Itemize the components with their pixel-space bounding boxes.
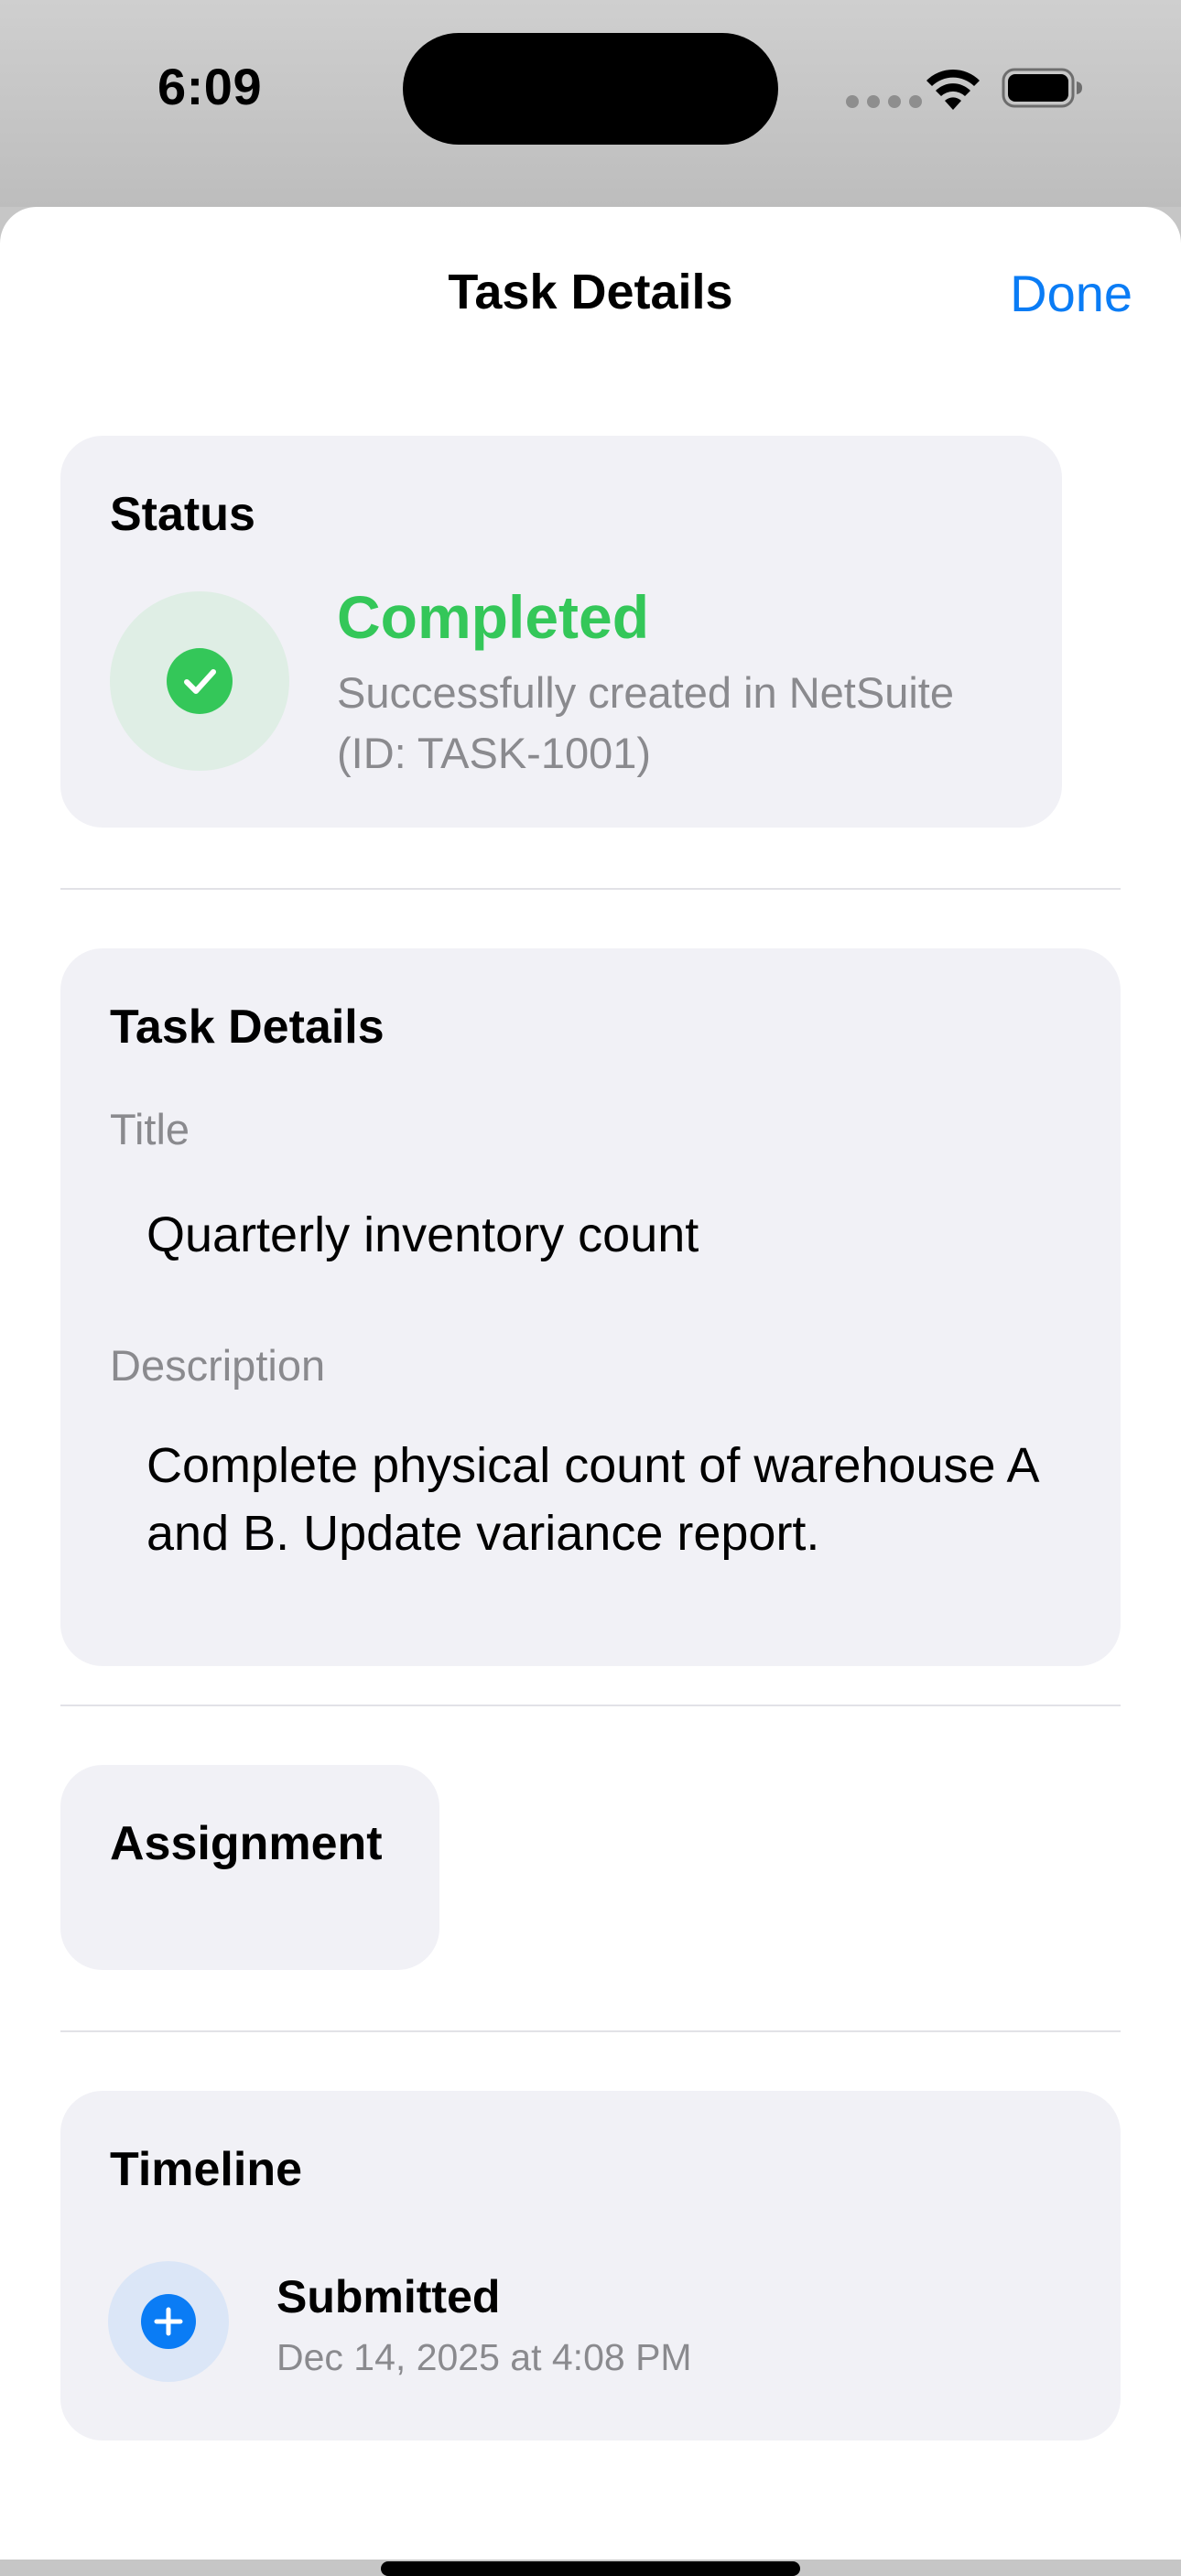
description-label: Description <box>110 1341 326 1390</box>
task-details-card: Task Details Title Quarterly inventory c… <box>60 948 1121 1666</box>
status-heading: Status <box>110 488 255 541</box>
timeline-event-time: Dec 14, 2025 at 4:08 PM <box>276 2336 692 2378</box>
status-card: Status Completed Successfully created in… <box>60 436 1062 828</box>
assignment-heading: Assignment <box>110 1817 383 1870</box>
section-divider <box>60 1705 1121 1706</box>
status-icon-container <box>110 591 289 771</box>
status-bar-time: 6:09 <box>157 58 263 115</box>
battery-icon <box>1002 68 1082 108</box>
home-indicator[interactable] <box>381 2561 800 2576</box>
cellular-signal-icon <box>846 95 922 108</box>
timeline-card: Timeline Submitted Dec 14, 2025 at 4:08 … <box>60 2091 1121 2441</box>
title-label: Title <box>110 1105 190 1153</box>
timeline-event-label: Submitted <box>276 2271 501 2322</box>
done-button[interactable]: Done <box>1010 264 1132 323</box>
wifi-icon <box>926 69 980 110</box>
task-details-heading: Task Details <box>110 1001 385 1054</box>
timeline-heading: Timeline <box>110 2143 303 2196</box>
title-value: Quarterly inventory count <box>146 1207 699 1262</box>
dynamic-island <box>403 33 778 145</box>
timeline-event-icon-container <box>108 2261 229 2382</box>
description-value: Complete physical count of warehouse A a… <box>146 1438 1037 1561</box>
section-divider <box>60 2030 1121 2032</box>
nav-title: Task Details <box>448 265 733 319</box>
section-divider <box>60 888 1121 890</box>
assignment-card: Assignment <box>60 1765 439 1970</box>
status-message: Successfully created in NetSuite (ID: TA… <box>337 668 954 777</box>
plus-circle-icon <box>141 2294 196 2349</box>
checkmark-circle-icon <box>167 648 233 714</box>
status-value: Completed <box>337 583 650 651</box>
task-details-sheet: Task Details Done Status Completed Succe… <box>0 207 1181 2576</box>
status-bar: 6:09 <box>0 0 1181 207</box>
